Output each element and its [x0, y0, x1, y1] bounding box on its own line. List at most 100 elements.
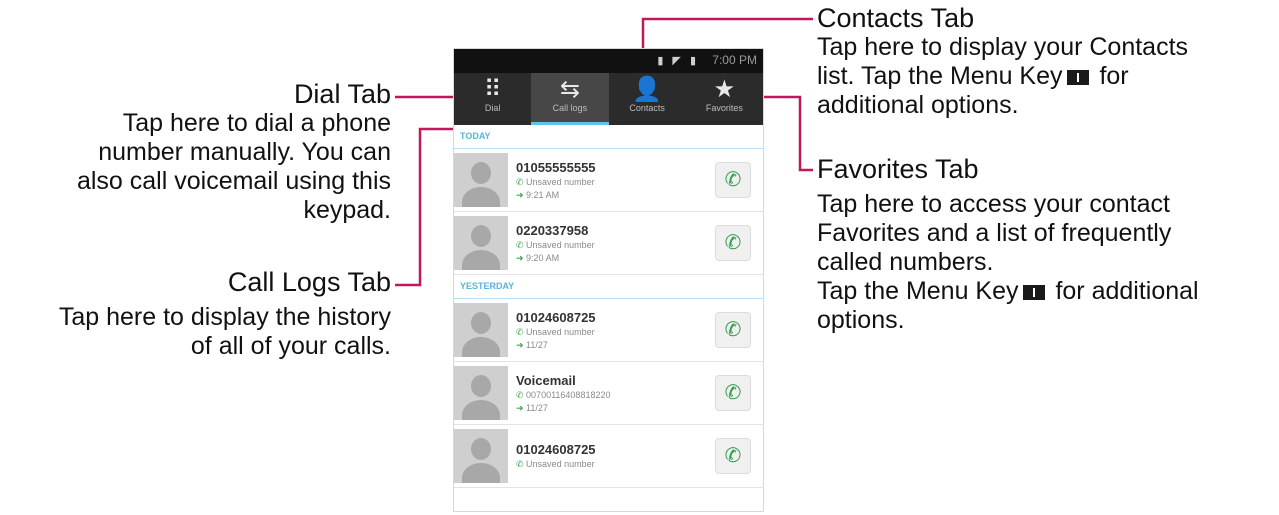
incoming-arrow-icon: ➜: [516, 252, 527, 263]
phone-small-icon: ✆: [516, 239, 527, 250]
call-logs-callout: Call Logs Tab Tap here to display the hi…: [0, 268, 391, 361]
contacts-body-3: additional options.: [817, 91, 1019, 119]
contacts-body-2-post: for: [1092, 62, 1129, 90]
caller-type-text: Unsaved number: [526, 326, 595, 337]
menu-key-label: Menu Key: [905, 277, 1019, 305]
favorites-body-4-post: for additional: [1048, 277, 1199, 305]
caller-type: ✆ Unsaved number: [516, 176, 715, 189]
call-log-row[interactable]: 01024608725 ✆ Unsaved number ➜ 11/27 ✆: [454, 299, 763, 362]
call-time-text: 9:21 AM: [526, 189, 560, 200]
tab-call-logs[interactable]: ⇆ Call logs: [531, 73, 609, 125]
contacts-body-2-pre: list. Tap the: [817, 62, 950, 90]
call-time-text: 11/27: [526, 402, 548, 413]
tab-favorites-label: Favorites: [705, 103, 743, 113]
call-log-row[interactable]: 01055555555 ✆ Unsaved number ➜ 9:21 AM ✆: [454, 149, 763, 212]
contact-icon: 👤: [632, 76, 663, 103]
phone-icon: ✆: [724, 382, 742, 404]
call-log-row[interactable]: 01024608725 ✆ Unsaved number ✆: [454, 425, 763, 488]
call-log-row[interactable]: 0220337958 ✆ Unsaved number ➜ 9:20 AM ✆: [454, 212, 763, 275]
dial-body-4: keypad.: [303, 196, 391, 224]
caller-name: 0220337958: [516, 222, 589, 238]
contacts-callout: Contacts Tab Tap here to display your Co…: [817, 4, 1277, 120]
status-time: 7:00 PM: [712, 53, 757, 67]
call-button[interactable]: ✆: [715, 162, 751, 198]
favorites-title: Favorites Tab: [817, 154, 979, 184]
call-button[interactable]: ✆: [715, 438, 751, 474]
favorites-body-3: called numbers.: [817, 248, 994, 276]
caller-type: ✆ Unsaved number: [516, 326, 715, 339]
avatar: [454, 216, 508, 270]
phone-icon: ✆: [724, 232, 742, 254]
favorites-body-2: Favorites and a list of frequently: [817, 219, 1172, 247]
dial-title: Dial Tab: [293, 79, 391, 109]
favorites-body-4: Tap the Menu Key for additional: [817, 277, 1277, 306]
caller-type: ✆ Unsaved number: [516, 458, 715, 471]
incoming-arrow-icon: ➜: [516, 189, 527, 200]
caller-name: Voicemail: [516, 372, 576, 388]
caller-name: 01055555555: [516, 159, 596, 175]
call-logs-body-2: of all of your calls.: [190, 332, 391, 360]
dial-body-2: number manually. You can: [98, 138, 391, 166]
status-icons: ▮ ◤ ▮: [657, 55, 699, 67]
call-time: ➜ 11/27: [516, 402, 715, 415]
call-button[interactable]: ✆: [715, 225, 751, 261]
contacts-body-2: list. Tap the Menu Key for: [817, 62, 1277, 91]
call-time: ➜ 9:20 AM: [516, 252, 715, 265]
dial-body-3: also call voicemail using this: [76, 167, 391, 195]
call-time: ➜ 9:21 AM: [516, 189, 715, 202]
favorites-body-4-pre: Tap the: [817, 277, 906, 305]
phone-small-icon: ✆: [516, 176, 527, 187]
phone-small-icon: ✆: [516, 459, 527, 469]
avatar: [454, 153, 508, 207]
incoming-arrow-icon: ➜: [516, 339, 527, 350]
avatar: [454, 366, 508, 420]
section-header-today: TODAY: [454, 125, 763, 149]
caller-name: 01024608725: [516, 309, 596, 325]
contacts-title: Contacts Tab: [817, 3, 975, 33]
tab-contacts[interactable]: 👤 Contacts: [609, 73, 686, 125]
dial-callout: Dial Tab Tap here to dial a phone number…: [0, 80, 391, 225]
caller-type-text: Unsaved number: [526, 176, 595, 187]
call-logs-title: Call Logs Tab: [227, 267, 391, 297]
tab-favorites[interactable]: ★ Favorites: [686, 73, 763, 125]
call-time-text: 11/27: [526, 339, 548, 350]
star-icon: ★: [713, 76, 736, 103]
call-button[interactable]: ✆: [715, 312, 751, 348]
caller-type: ✆ Unsaved number: [516, 239, 715, 252]
avatar: [454, 303, 508, 357]
section-header-yesterday: YESTERDAY: [454, 275, 763, 299]
caller-type-text: Unsaved number: [526, 459, 595, 469]
dial-body-1: Tap here to dial a phone: [122, 109, 391, 137]
favorites-callout: Favorites Tab Tap here to access your co…: [817, 155, 1277, 335]
status-bar: ▮ ◤ ▮ 7:00 PM: [454, 49, 763, 73]
phone-small-icon: ✆: [516, 326, 527, 337]
avatar: [454, 429, 508, 483]
favorites-body-5: options.: [817, 306, 905, 334]
phone-icon: ✆: [724, 445, 742, 467]
incoming-arrow-icon: ➜: [516, 402, 527, 413]
tab-call-logs-label: Call logs: [552, 103, 588, 113]
call-time: ➜ 11/27: [516, 339, 715, 352]
phone-small-icon: ✆: [516, 389, 527, 400]
phone-icon: ✆: [724, 169, 742, 191]
menu-key-label: Menu Key: [949, 62, 1063, 90]
phone-icon: ✆: [724, 319, 742, 341]
dialpad-icon: ⠿: [483, 76, 502, 103]
tab-dial-label: Dial: [484, 103, 501, 113]
call-log-row[interactable]: Voicemail ✆ 00700116408818220 ➜ 11/27 ✆: [454, 362, 763, 425]
menu-key-icon: [1066, 70, 1089, 85]
caller-type-text: Unsaved number: [526, 239, 595, 250]
contacts-body-1: Tap here to display your Contacts: [817, 33, 1189, 61]
tab-dial[interactable]: ⠿ Dial: [454, 73, 531, 125]
menu-key-icon: [1022, 285, 1045, 300]
caller-type: ✆ 00700116408818220: [516, 389, 715, 402]
tab-bar: ⠿ Dial ⇆ Call logs 👤 Contacts ★ Favorite…: [454, 73, 763, 125]
call-button[interactable]: ✆: [715, 375, 751, 411]
caller-name: 01024608725: [516, 442, 596, 457]
favorites-body-1: Tap here to access your contact: [817, 190, 1170, 218]
call-logs-icon: ⇆: [559, 76, 580, 103]
call-logs-body-1: Tap here to display the history: [58, 303, 391, 331]
caller-type-text: 00700116408818220: [526, 389, 611, 400]
tab-contacts-label: Contacts: [629, 103, 665, 113]
phone-screen: ▮ ◤ ▮ 7:00 PM ⠿ Dial ⇆ Call logs 👤 Conta…: [453, 48, 764, 512]
